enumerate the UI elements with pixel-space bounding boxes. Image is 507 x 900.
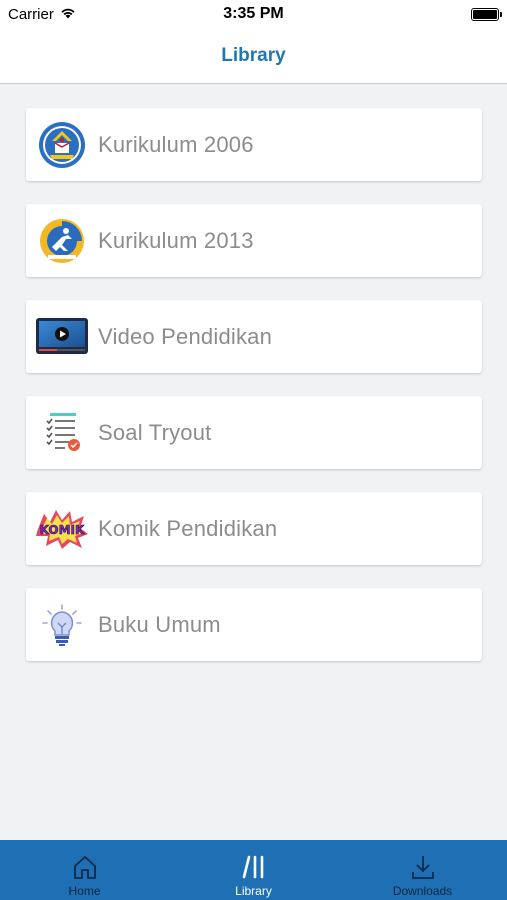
tut-wuri-emblem-icon bbox=[34, 117, 90, 173]
tab-home[interactable]: Home bbox=[0, 840, 169, 900]
svg-text:KOMIK: KOMIK bbox=[40, 523, 85, 537]
tab-label: Library bbox=[235, 884, 272, 898]
battery-icon bbox=[471, 7, 502, 21]
checklist-icon bbox=[34, 405, 90, 461]
tab-label: Home bbox=[68, 884, 101, 898]
status-left: Carrier bbox=[8, 6, 76, 23]
page-title: Library bbox=[221, 44, 286, 66]
library-icon bbox=[240, 850, 268, 884]
wifi-icon bbox=[60, 6, 76, 23]
library-item-label: Kurikulum 2006 bbox=[98, 131, 254, 157]
tab-library[interactable]: Library bbox=[169, 840, 338, 900]
library-item-label: Soal Tryout bbox=[98, 419, 212, 445]
carrier-label: Carrier bbox=[8, 5, 54, 23]
library-item-kurikulum-2013[interactable]: Kurikulum 2013 bbox=[26, 204, 482, 277]
video-player-icon bbox=[34, 309, 90, 365]
library-item-komik-pendidikan[interactable]: KOMIK Komik Pendidikan bbox=[26, 492, 482, 565]
library-item-soal-tryout[interactable]: Soal Tryout bbox=[26, 396, 482, 469]
status-bar: Carrier 3:35 PM bbox=[0, 0, 507, 28]
status-time: 3:35 PM bbox=[223, 5, 284, 22]
download-icon bbox=[409, 850, 437, 884]
lightbulb-icon bbox=[34, 597, 90, 653]
tab-label: Downloads bbox=[392, 884, 453, 898]
library-item-label: Komik Pendidikan bbox=[98, 515, 278, 541]
library-list: Kurikulum 2006 Kurikulum 2013 Video Pend… bbox=[26, 108, 482, 684]
kurikulum-2013-logo-icon bbox=[34, 213, 90, 269]
library-item-label: Buku Umum bbox=[98, 611, 221, 637]
home-icon bbox=[71, 850, 99, 884]
tab-downloads[interactable]: Downloads bbox=[338, 840, 507, 900]
library-item-label: Video Pendidikan bbox=[98, 323, 273, 349]
library-item-kurikulum-2006[interactable]: Kurikulum 2006 bbox=[26, 108, 482, 181]
komik-logo-icon: KOMIK bbox=[34, 501, 90, 557]
library-item-buku-umum[interactable]: Buku Umum bbox=[26, 588, 482, 661]
navigation-bar: Library bbox=[0, 28, 507, 84]
library-item-video-pendidikan[interactable]: Video Pendidikan bbox=[26, 300, 482, 373]
tab-bar: Home Library Downloads bbox=[0, 840, 507, 900]
library-item-label: Kurikulum 2013 bbox=[98, 227, 254, 253]
